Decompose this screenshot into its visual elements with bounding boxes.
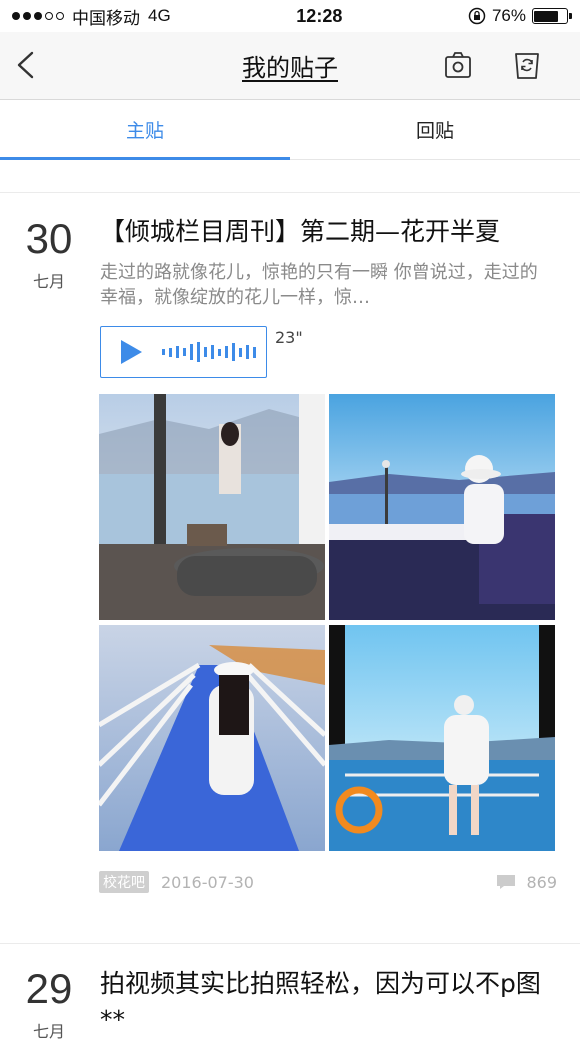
camera-icon[interactable] <box>443 50 473 80</box>
post-meta: 校花吧 2016-07-30 869 <box>99 870 557 894</box>
comment-count: 869 <box>526 872 557 892</box>
tab-replies[interactable]: 回贴 <box>290 100 580 159</box>
status-left: 中国移动 4G <box>12 4 171 29</box>
battery-level <box>534 10 559 22</box>
tab-main-posts[interactable]: 主贴 <box>0 100 290 160</box>
status-bar: 中国移动 4G 12:28 76% <box>0 0 580 32</box>
trash-icon[interactable] <box>512 50 542 80</box>
signal-strength-icon <box>12 12 64 20</box>
post-photo[interactable] <box>329 625 555 851</box>
play-icon <box>121 340 142 364</box>
post-date: 30 七月 <box>14 218 84 292</box>
orientation-lock-icon <box>468 7 486 25</box>
post-title[interactable]: 【倾城栏目周刊】第二期—花开半夏 <box>100 214 565 250</box>
audio-wave-icon <box>162 341 256 363</box>
post-tabs: 主贴 回贴 <box>0 100 580 160</box>
post-title[interactable]: 拍视频其实比拍照轻松，因为可以不p图** <box>100 966 565 1038</box>
nav-bar: 我的贴子 <box>0 32 580 100</box>
battery-percent: 76% <box>491 6 526 25</box>
page-title: 我的贴子 <box>242 54 338 82</box>
post-date-text: 2016-07-30 <box>161 872 254 892</box>
back-icon[interactable] <box>14 50 38 80</box>
post-item[interactable]: 30 七月 【倾城栏目周刊】第二期—花开半夏 走过的路就像花儿，惊艳的只有一瞬 … <box>0 194 580 944</box>
post-month: 七月 <box>32 272 65 291</box>
section-divider <box>0 161 580 193</box>
post-date: 29 七月 <box>14 968 84 1042</box>
battery-icon <box>531 8 572 24</box>
network-type: 4G <box>148 6 171 25</box>
comments-link[interactable]: 869 <box>496 873 557 892</box>
post-photo[interactable] <box>99 625 325 851</box>
comment-icon <box>497 875 516 889</box>
post-photo[interactable] <box>329 394 555 620</box>
post-photo[interactable] <box>99 394 325 620</box>
post-item[interactable]: 29 七月 拍视频其实比拍照轻松，因为可以不p图** <box>0 944 580 1044</box>
forum-tag[interactable]: 校花吧 <box>99 871 149 893</box>
voice-duration: 23" <box>275 328 303 347</box>
voice-play-button[interactable] <box>100 326 267 378</box>
post-day: 29 <box>25 965 73 1012</box>
post-day: 30 <box>25 215 73 262</box>
status-right: 76% <box>468 6 572 26</box>
post-month: 七月 <box>32 1022 65 1041</box>
post-excerpt: 走过的路就像花儿，惊艳的只有一瞬 你曾说过，走过的幸福，就像绽放的花儿一样，惊… <box>100 262 538 308</box>
carrier-name: 中国移动 <box>72 8 140 28</box>
photo-grid <box>99 394 556 851</box>
status-time: 12:28 <box>296 5 343 26</box>
